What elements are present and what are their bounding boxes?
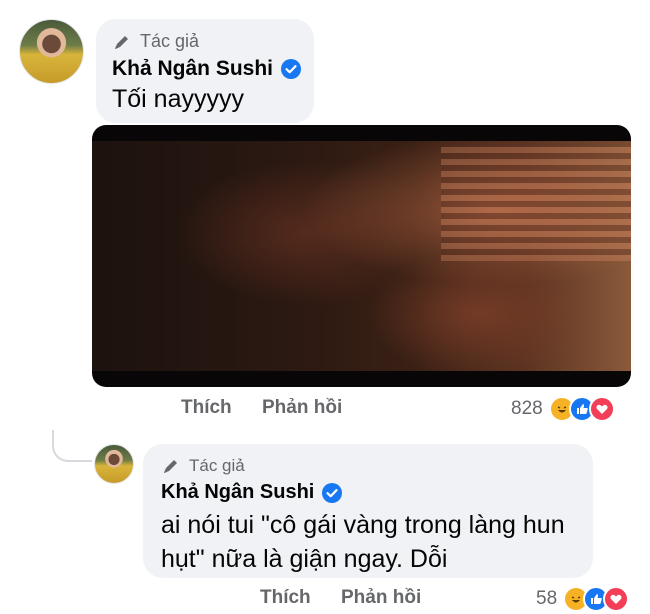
reaction-icons bbox=[548, 396, 615, 422]
reaction-summary[interactable]: 58 bbox=[536, 586, 630, 612]
pen-icon bbox=[115, 35, 128, 49]
reaction-icons bbox=[563, 586, 630, 612]
comment-bubble: Tác giả Khả Ngân Sushi Tối nayyyyy bbox=[96, 19, 314, 123]
like-button[interactable]: Thích bbox=[181, 397, 232, 419]
reply-bubble: Tác giả Khả Ngân Sushi ai nói tui "cô gá… bbox=[143, 444, 593, 578]
comment-text: ai nói tui "cô gái vàng trong làng hun h… bbox=[161, 508, 565, 576]
author-avatar[interactable] bbox=[94, 444, 134, 484]
author-badge: Tác giả bbox=[140, 31, 200, 51]
comment-text: Tối nayyyyy bbox=[112, 85, 244, 113]
author-name-row: Khả Ngân Sushi bbox=[112, 57, 302, 81]
comment-text-line: ai nói tui "cô gái vàng trong làng hun bbox=[161, 511, 565, 539]
author-avatar[interactable] bbox=[19, 19, 84, 84]
author-badge-row: Tác giả bbox=[112, 31, 199, 52]
love-icon bbox=[603, 586, 630, 612]
reaction-count: 58 bbox=[536, 588, 558, 609]
author-badge-row: Tác giả bbox=[161, 456, 245, 476]
reply-button[interactable]: Phản hồi bbox=[262, 397, 342, 419]
comment-media-image[interactable] bbox=[92, 125, 631, 387]
like-button[interactable]: Thích bbox=[260, 587, 311, 609]
author-name[interactable]: Khả Ngân Sushi bbox=[161, 481, 314, 504]
verified-icon bbox=[281, 59, 302, 79]
author-name[interactable]: Khả Ngân Sushi bbox=[112, 57, 273, 81]
love-icon bbox=[588, 396, 615, 422]
pen-icon bbox=[164, 460, 177, 473]
media-blinds bbox=[441, 141, 631, 261]
comment-text-line: hụt" nữa là giận ngay. Dỗi bbox=[161, 545, 448, 573]
reaction-count: 828 bbox=[511, 398, 543, 419]
reply-thread-line bbox=[52, 430, 92, 462]
author-name-row: Khả Ngân Sushi bbox=[161, 481, 343, 504]
reaction-summary[interactable]: 828 bbox=[511, 396, 615, 422]
reply-button[interactable]: Phản hồi bbox=[341, 587, 421, 609]
author-badge: Tác giả bbox=[189, 456, 245, 475]
verified-icon bbox=[322, 482, 343, 503]
